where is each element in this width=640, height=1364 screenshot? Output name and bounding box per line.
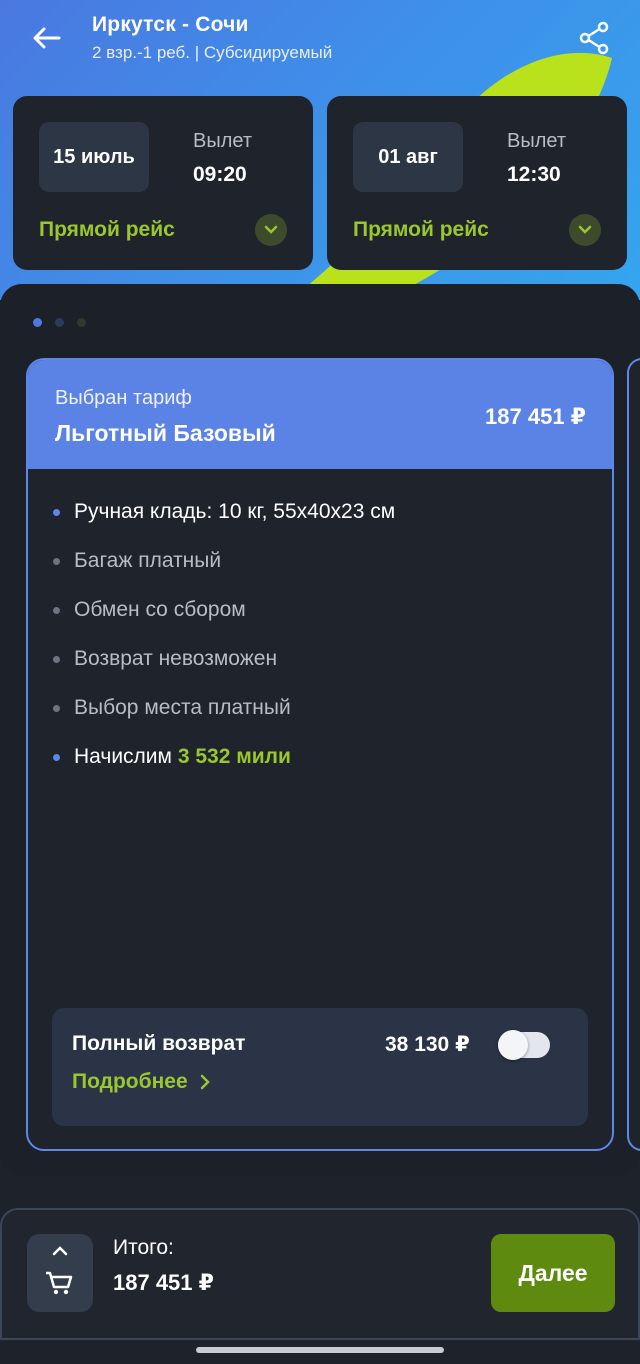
bullet-icon bbox=[53, 705, 60, 712]
tariff-features: Ручная кладь: 10 кг, 55x40x23 см Багаж п… bbox=[52, 497, 395, 791]
flight-type: Прямой рейс bbox=[353, 218, 489, 241]
tariff-chosen-label: Выбран тариф bbox=[55, 387, 192, 409]
more-details-link[interactable]: Подробнее bbox=[72, 1070, 210, 1094]
bullet-icon bbox=[53, 656, 60, 663]
chevron-down-icon bbox=[264, 225, 278, 234]
departure-label: Вылет bbox=[507, 130, 567, 152]
chevron-down-icon bbox=[578, 225, 592, 234]
top-bar: Иркутск - Сочи 2 взр.-1 реб. | Субсидиру… bbox=[0, 0, 640, 80]
feature-item: Ручная кладь: 10 кг, 55x40x23 см bbox=[52, 497, 395, 546]
next-button[interactable]: Далее bbox=[491, 1234, 615, 1312]
tariff-price: 187 451 ₽ bbox=[485, 404, 586, 429]
arrow-left-icon bbox=[33, 27, 61, 49]
chevron-up-icon bbox=[52, 1246, 68, 1256]
flight-date: 15 июль bbox=[39, 122, 149, 192]
feature-item: Выбор места платный bbox=[52, 693, 395, 742]
route-title: Иркутск - Сочи bbox=[92, 13, 249, 36]
tariff-name: Льготный Базовый bbox=[55, 420, 276, 446]
bullet-icon bbox=[53, 754, 60, 761]
home-indicator[interactable] bbox=[196, 1347, 444, 1353]
refund-title: Полный возврат bbox=[72, 1032, 246, 1055]
feature-item: Обмен со сбором bbox=[52, 595, 395, 644]
pager-dot[interactable] bbox=[55, 318, 64, 327]
flight-type: Прямой рейс bbox=[39, 218, 175, 241]
bullet-icon bbox=[53, 509, 60, 516]
route-subtitle: 2 взр.-1 реб. | Субсидируемый bbox=[92, 43, 333, 62]
expand-button[interactable] bbox=[569, 214, 601, 246]
flight-card-return[interactable]: 01 авг Вылет 12:30 Прямой рейс bbox=[327, 96, 627, 270]
toggle-knob bbox=[498, 1030, 528, 1060]
refund-toggle[interactable] bbox=[498, 1030, 550, 1060]
refund-price: 38 130 ₽ bbox=[385, 1033, 470, 1056]
departure-time: 12:30 bbox=[507, 163, 561, 186]
departure-time: 09:20 bbox=[193, 163, 247, 186]
next-tariff-card[interactable] bbox=[627, 358, 640, 1151]
total-label: Итого: bbox=[113, 1236, 174, 1259]
bullet-icon bbox=[53, 558, 60, 565]
bottom-bar: Итого: 187 451 ₽ Далее bbox=[0, 1208, 640, 1340]
tariff-header: Выбран тариф Льготный Базовый 187 451 ₽ bbox=[28, 360, 612, 469]
more-details-label: Подробнее bbox=[72, 1070, 188, 1093]
pager-dot-active[interactable] bbox=[33, 318, 42, 327]
flight-card-outbound[interactable]: 15 июль Вылет 09:20 Прямой рейс bbox=[13, 96, 313, 270]
bullet-icon bbox=[53, 607, 60, 614]
miles-prefix: Начислим bbox=[74, 745, 172, 768]
feature-miles: Начислим 3 532 мили bbox=[52, 742, 395, 791]
share-icon bbox=[579, 21, 609, 55]
tariff-card[interactable]: Выбран тариф Льготный Базовый 187 451 ₽ … bbox=[26, 358, 614, 1151]
expand-button[interactable] bbox=[255, 214, 287, 246]
pager-dot[interactable] bbox=[77, 318, 86, 327]
departure-label: Вылет bbox=[193, 130, 253, 152]
chevron-right-icon bbox=[200, 1074, 210, 1090]
cart-icon bbox=[46, 1271, 73, 1295]
pager-dots bbox=[33, 318, 86, 327]
back-button[interactable] bbox=[26, 20, 66, 56]
miles-value: 3 532 мили bbox=[177, 745, 291, 768]
share-button[interactable] bbox=[574, 18, 614, 58]
feature-item: Возврат невозможен bbox=[52, 644, 395, 693]
cart-button[interactable] bbox=[27, 1234, 93, 1312]
refund-option: Полный возврат 38 130 ₽ Подробнее bbox=[52, 1008, 588, 1126]
feature-item: Багаж платный bbox=[52, 546, 395, 595]
total-value: 187 451 ₽ bbox=[113, 1270, 214, 1295]
flight-date: 01 авг bbox=[353, 122, 463, 192]
